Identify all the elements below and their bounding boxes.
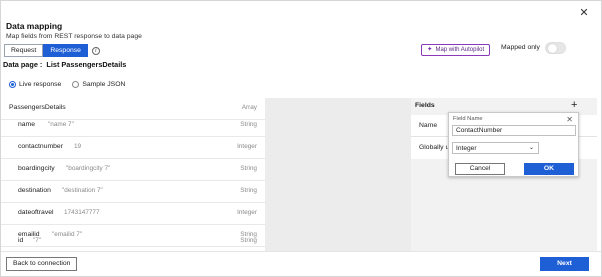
info-icon[interactable]: i [91, 46, 100, 55]
table-row[interactable]: dateoftravel 1743147777 Integer [1, 203, 265, 225]
field-name: PassengersDetails [9, 104, 66, 111]
field-value: 19 [74, 143, 82, 150]
add-field-popover: Field Name ✕ Integer ⌄ Cancel OK [448, 112, 579, 177]
table-row[interactable]: id "7" String [1, 229, 265, 251]
field-name: id [18, 237, 24, 244]
field-value: "7" [33, 237, 42, 244]
field-value: "boardingcity 7" [66, 165, 111, 172]
field-name: dateoftravel [18, 209, 54, 216]
dialog-title: Data mapping [6, 21, 63, 31]
cancel-button[interactable]: Cancel [455, 163, 505, 175]
radio-selected-icon [9, 81, 16, 88]
field-type: Integer [237, 143, 257, 150]
field-name: boardingcity [18, 165, 55, 172]
footer-divider [1, 251, 601, 252]
table-row[interactable]: destination "destination 7" String [1, 181, 265, 203]
back-to-connection-button[interactable]: Back to connection [6, 257, 78, 271]
field-value: "destination 7" [62, 187, 103, 194]
field-name: destination [18, 187, 51, 194]
tab-response[interactable]: Response [43, 44, 88, 57]
radio-unselected-icon [72, 81, 80, 88]
field-row-label: Globally u [419, 144, 450, 151]
request-response-tabs: Request Response i [4, 44, 100, 57]
field-type: Integer [237, 209, 257, 216]
table-row[interactable]: boardingcity "boardingcity 7" String [1, 159, 265, 181]
autopilot-label: Map with Autopilot [435, 47, 485, 53]
add-field-icon[interactable]: + [571, 99, 577, 111]
table-row[interactable]: name "name 7" String [1, 115, 265, 137]
radio-sample-json[interactable]: Sample JSON [72, 81, 125, 88]
field-type: String [240, 165, 257, 172]
field-type: String [240, 237, 257, 244]
data-page-name: List PassengersDetails [46, 60, 127, 69]
radio-live-response[interactable]: Live response [9, 81, 61, 88]
mapped-only-toggle[interactable] [545, 42, 566, 54]
mapped-only-label: Mapped only [501, 44, 540, 51]
field-name: name [18, 121, 36, 128]
data-page-heading: Data page : List PassengersDetails [3, 60, 126, 69]
data-page-label: Data page : [3, 60, 43, 69]
response-tree: PassengersDetails Array name "name 7" St… [1, 98, 265, 251]
chevron-down-icon: ⌄ [528, 145, 534, 151]
field-type-selected: Integer [456, 145, 477, 152]
field-row-label: Name [419, 122, 438, 129]
sparkle-icon: ✦ [427, 46, 433, 53]
next-button[interactable]: Next [540, 257, 589, 271]
field-type-select[interactable]: Integer ⌄ [452, 142, 539, 154]
ok-button[interactable]: OK [524, 163, 574, 175]
fields-panel-title: Fields [415, 102, 435, 109]
field-value: "name 7" [48, 121, 74, 128]
radio-label: Live response [19, 81, 62, 88]
source-radio-group: Live response Sample JSON [9, 81, 125, 88]
close-icon[interactable]: ✕ [566, 115, 573, 124]
field-value: 1743147777 [64, 209, 100, 216]
close-icon[interactable]: ✕ [578, 7, 590, 19]
radio-label: Sample JSON [82, 81, 126, 88]
data-mapping-dialog: ✕ Data mapping Map fields from REST resp… [0, 0, 602, 277]
field-name-input[interactable] [452, 125, 576, 136]
dialog-subtitle: Map fields from REST response to data pa… [6, 33, 142, 40]
mapping-canvas [265, 98, 411, 251]
field-type: String [240, 187, 257, 194]
tab-request[interactable]: Request [4, 44, 44, 57]
field-type: Array [241, 104, 257, 111]
map-with-autopilot-button[interactable]: ✦ Map with Autopilot [421, 44, 491, 56]
toggle-knob [548, 44, 557, 53]
field-type: String [240, 121, 257, 128]
field-name-label: Field Name [453, 116, 483, 122]
table-row[interactable]: contactnumber 19 Integer [1, 137, 265, 159]
field-name: contactnumber [18, 143, 63, 150]
